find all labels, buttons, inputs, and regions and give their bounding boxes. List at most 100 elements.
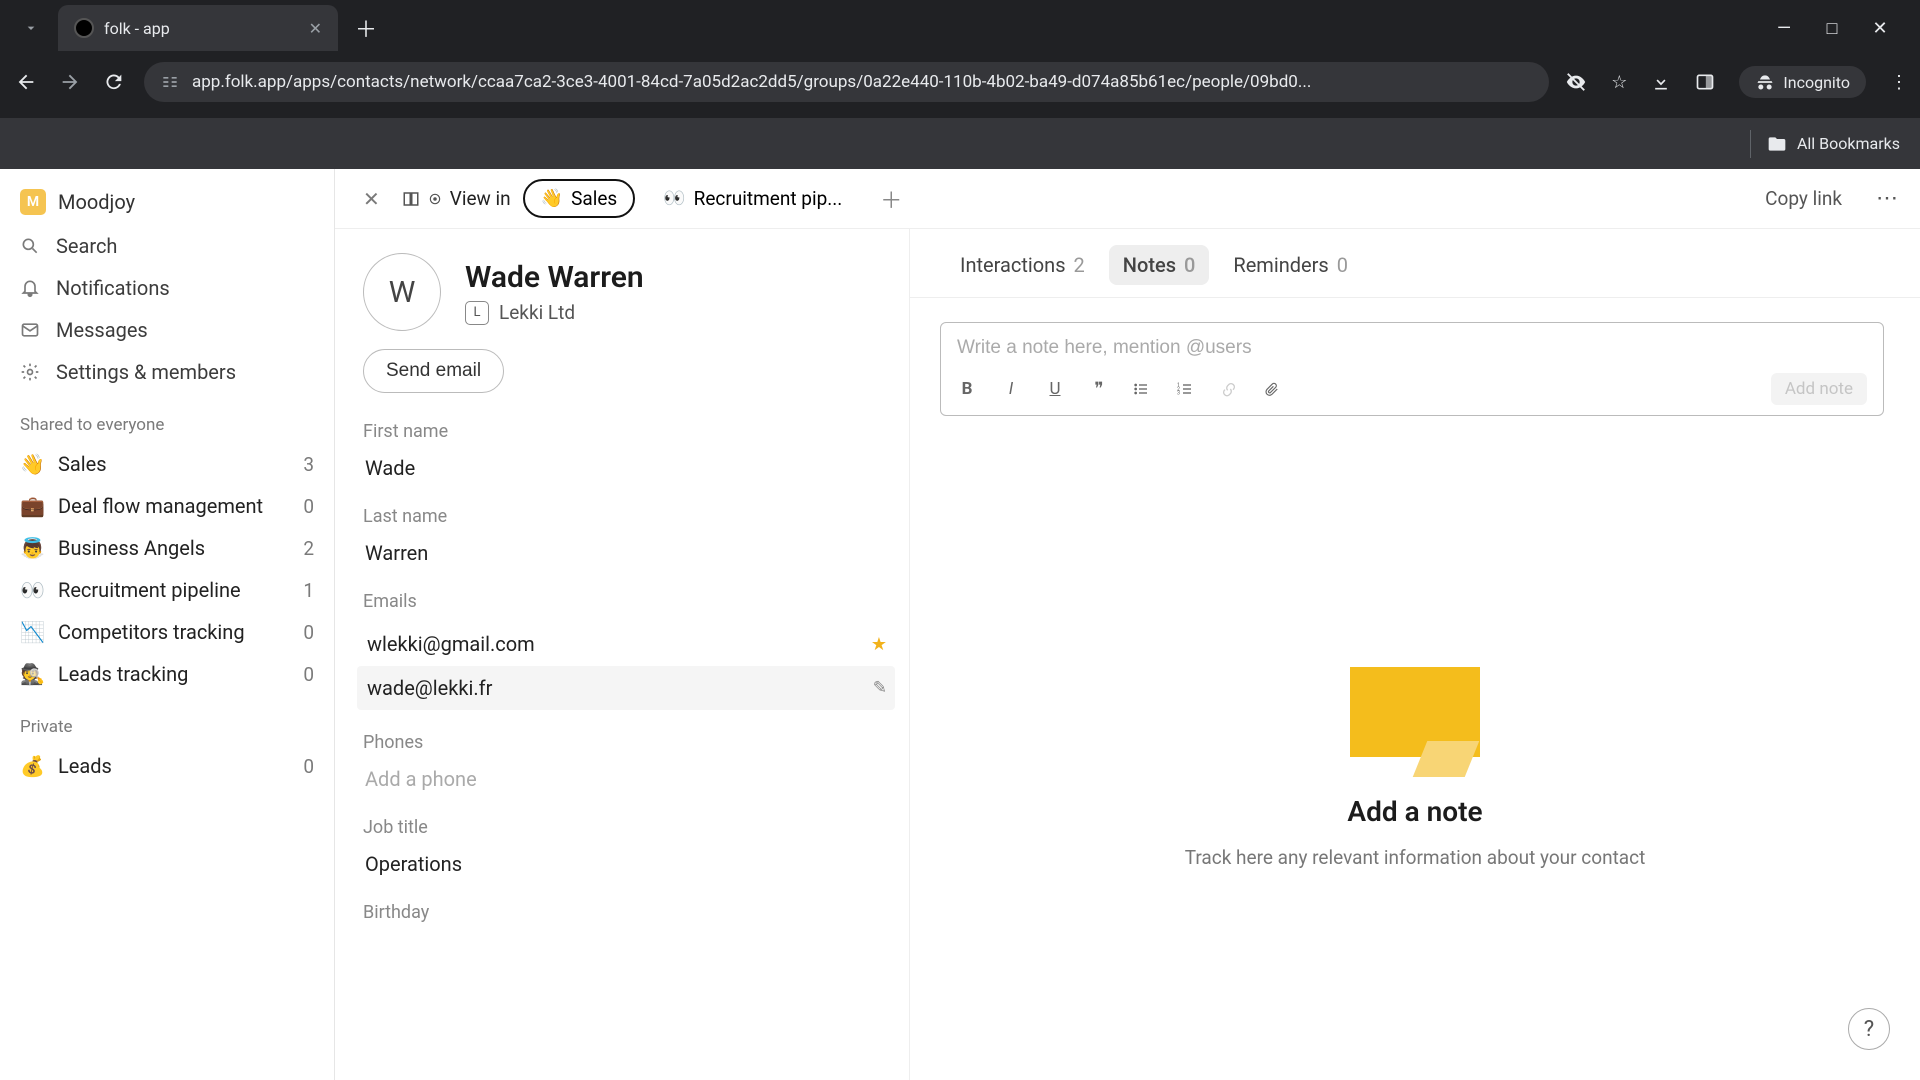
edit-icon[interactable]: ✎ xyxy=(873,678,887,698)
columns-icon xyxy=(402,190,420,208)
site-settings-icon[interactable] xyxy=(160,72,180,92)
sidebar: M Moodjoy Search Notifications Messages … xyxy=(0,169,335,1080)
sidebar-messages-label: Messages xyxy=(56,318,148,342)
all-bookmarks-button[interactable]: All Bookmarks xyxy=(1797,134,1900,153)
company-badge: L xyxy=(465,301,489,325)
viewin-pill-sales[interactable]: 👋 Sales xyxy=(523,179,636,218)
quote-button[interactable]: ❞ xyxy=(1089,379,1109,399)
divider xyxy=(1750,130,1751,158)
incognito-icon xyxy=(1755,72,1775,92)
tab-bar: folk - app ✕ ＋ ― □ ✕ xyxy=(0,0,1920,56)
browser-tab[interactable]: folk - app ✕ xyxy=(58,5,338,51)
note-toolbar: B I U ❞ 123 Add note xyxy=(957,359,1867,405)
bullet-list-button[interactable] xyxy=(1133,381,1153,397)
viewin-text: View in xyxy=(450,187,511,210)
new-tab-button[interactable]: ＋ xyxy=(348,10,384,46)
workspace-name: Moodjoy xyxy=(58,190,135,214)
browser-menu-button[interactable]: ⋮ xyxy=(1890,72,1908,93)
incognito-badge[interactable]: Incognito xyxy=(1739,66,1866,98)
app: M Moodjoy Search Notifications Messages … xyxy=(0,169,1920,1080)
maximize-button[interactable]: □ xyxy=(1822,18,1842,39)
group-competitors[interactable]: 📉Competitors tracking0 xyxy=(16,611,318,653)
field-emails: Emails wlekki@gmail.com ★ wade@lekki.fr … xyxy=(363,591,889,710)
italic-button[interactable]: I xyxy=(1001,379,1021,399)
field-lastname[interactable]: Last name Warren xyxy=(363,506,889,569)
field-jobtitle[interactable]: Job title Operations xyxy=(363,817,889,880)
back-button[interactable] xyxy=(12,68,40,96)
close-panel-button[interactable]: ✕ xyxy=(353,181,390,217)
group-sales[interactable]: 👋Sales3 xyxy=(16,443,318,485)
reload-button[interactable] xyxy=(100,68,128,96)
field-phones[interactable]: Phones Add a phone xyxy=(363,732,889,795)
url-box[interactable]: app.folk.app/apps/contacts/network/ccaa7… xyxy=(144,62,1549,102)
side-panel-button[interactable] xyxy=(1695,72,1715,92)
tab-close-button[interactable]: ✕ xyxy=(309,19,322,38)
copy-link-button[interactable]: Copy link xyxy=(1765,187,1842,210)
group-angels[interactable]: 👼Business Angels2 xyxy=(16,527,318,569)
viewin-label: View in xyxy=(402,187,511,210)
underline-button[interactable]: U xyxy=(1045,379,1065,399)
arrow-right-icon xyxy=(59,71,81,93)
sidebar-settings[interactable]: Settings & members xyxy=(16,351,318,393)
note-input[interactable] xyxy=(957,337,1867,359)
arrow-left-icon xyxy=(15,71,37,93)
tab-title: folk - app xyxy=(104,19,170,38)
bold-button[interactable]: B xyxy=(957,379,977,399)
content-row: W Wade Warren L Lekki Ltd Send email Fir… xyxy=(335,229,1920,1080)
workspace-switcher[interactable]: M Moodjoy xyxy=(16,179,318,225)
avatar: W xyxy=(363,253,441,331)
browser-chrome: folk - app ✕ ＋ ― □ ✕ app.folk.app/apps/c… xyxy=(0,0,1920,117)
eye-off-icon[interactable] xyxy=(1565,71,1587,93)
group-leadstracking[interactable]: 🕵️Leads tracking0 xyxy=(16,653,318,695)
bookmark-bar: All Bookmarks xyxy=(0,117,1920,169)
workspace-badge: M xyxy=(20,189,46,215)
more-menu-button[interactable]: ⋯ xyxy=(1872,186,1902,211)
field-firstname[interactable]: First name Wade xyxy=(363,421,889,484)
minimize-button[interactable]: ― xyxy=(1774,18,1794,39)
reload-icon xyxy=(103,71,125,93)
bookmark-star-button[interactable]: ☆ xyxy=(1611,72,1627,93)
link-button[interactable] xyxy=(1221,381,1241,397)
sidebar-search-label: Search xyxy=(56,234,117,258)
activity-pane: Interactions 2 Notes 0 Reminders 0 xyxy=(910,229,1920,1080)
record-icon xyxy=(428,192,442,206)
contact-name: Wade Warren xyxy=(465,260,644,301)
tab-reminders[interactable]: Reminders 0 xyxy=(1219,245,1362,285)
email-row-secondary[interactable]: wade@lekki.fr ✎ xyxy=(357,666,895,710)
help-button[interactable]: ? xyxy=(1848,1008,1890,1050)
close-window-button[interactable]: ✕ xyxy=(1870,18,1890,39)
addr-right-icons: ☆ Incognito ⋮ xyxy=(1565,66,1908,98)
notes-empty-state: Add a note Track here any relevant infor… xyxy=(910,416,1920,1080)
group-recruitment[interactable]: 👀Recruitment pipeline1 xyxy=(16,569,318,611)
group-dealflow[interactable]: 💼Deal flow management0 xyxy=(16,485,318,527)
downloads-button[interactable] xyxy=(1651,72,1671,92)
forward-button[interactable] xyxy=(56,68,84,96)
empty-title: Add a note xyxy=(1347,795,1482,828)
tab-search-dropdown[interactable] xyxy=(10,7,52,49)
add-viewin-button[interactable]: ＋ xyxy=(870,179,912,219)
tab-notes[interactable]: Notes 0 xyxy=(1109,245,1210,285)
star-icon[interactable]: ★ xyxy=(871,634,887,655)
search-icon xyxy=(20,236,42,256)
section-private: Private xyxy=(16,695,318,745)
url-text: app.folk.app/apps/contacts/network/ccaa7… xyxy=(192,72,1311,92)
empty-subtitle: Track here any relevant information abou… xyxy=(1185,846,1646,869)
note-illustration-icon xyxy=(1350,667,1480,777)
main-content: ✕ View in 👋 Sales 👀 Recruitment pip... ＋… xyxy=(335,169,1920,1080)
add-note-button[interactable]: Add note xyxy=(1771,373,1867,405)
address-bar: app.folk.app/apps/contacts/network/ccaa7… xyxy=(0,56,1920,108)
sidebar-messages[interactable]: Messages xyxy=(16,309,318,351)
group-leads[interactable]: 💰Leads0 xyxy=(16,745,318,787)
numbered-list-button[interactable]: 123 xyxy=(1177,381,1197,397)
sidebar-search[interactable]: Search xyxy=(16,225,318,267)
tab-interactions[interactable]: Interactions 2 xyxy=(946,245,1099,285)
send-email-button[interactable]: Send email xyxy=(363,349,504,393)
field-birthday[interactable]: Birthday xyxy=(363,902,889,933)
contact-header: W Wade Warren L Lekki Ltd xyxy=(363,253,889,331)
viewin-bar: ✕ View in 👋 Sales 👀 Recruitment pip... ＋… xyxy=(335,169,1920,229)
sidebar-notifications[interactable]: Notifications xyxy=(16,267,318,309)
email-row-primary[interactable]: wlekki@gmail.com ★ xyxy=(363,622,889,666)
viewin-pill-recruitment[interactable]: 👀 Recruitment pip... xyxy=(647,181,858,216)
attachment-button[interactable] xyxy=(1265,381,1285,397)
company-row[interactable]: L Lekki Ltd xyxy=(465,301,644,325)
